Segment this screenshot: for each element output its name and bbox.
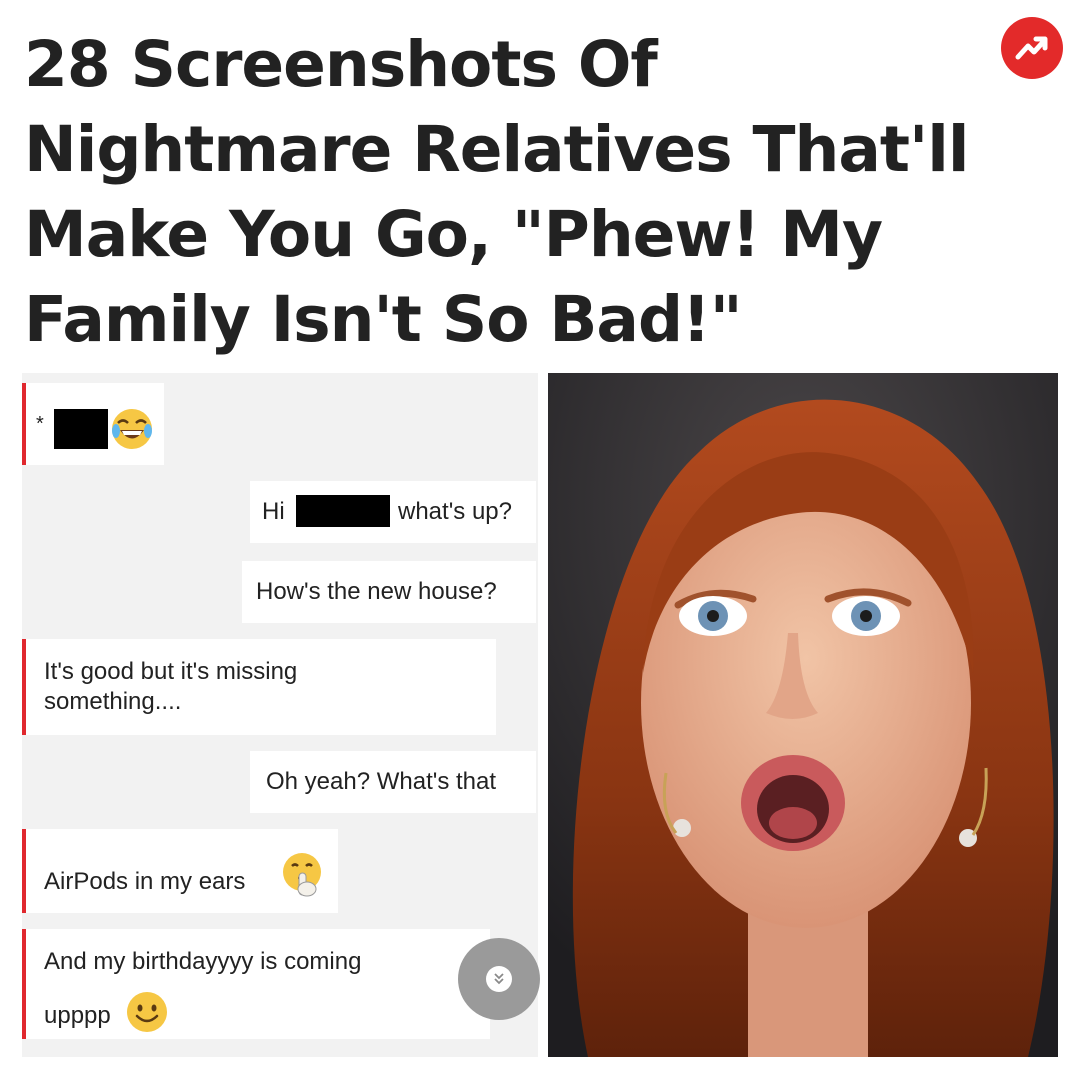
headline-line: Family Isn't So Bad!": [24, 283, 743, 356]
joy-emoji: [112, 409, 152, 449]
message-text: Oh yeah? What's that: [266, 768, 497, 795]
chat-message-incoming: It's good but it's missing something....: [22, 639, 496, 735]
chevron-double-down-icon: [494, 973, 504, 985]
message-text: Hi: [262, 498, 285, 525]
trending-arrow-icon: [1015, 36, 1048, 60]
trending-badge[interactable]: [1001, 17, 1063, 79]
chat-message-incoming: *: [22, 383, 164, 465]
shushing-face-emoji: [283, 853, 321, 897]
chat-message-incoming: And my birthdayyyy is coming upppp: [22, 929, 490, 1039]
headline-line: Nightmare Relatives That'll: [24, 113, 969, 186]
headline-line: Make You Go, "Phew! My: [24, 198, 883, 271]
message-text: It's good but it's missing: [44, 658, 298, 685]
message-text: upppp: [44, 1002, 111, 1029]
chat-message-outgoing: Hi what's up?: [250, 481, 536, 543]
chat-screenshot: * Hi what's up? How's the new house? It'…: [22, 373, 538, 1057]
message-text: And my birthdayyyy is coming: [44, 948, 362, 975]
asterisk-prefix: *: [36, 413, 44, 435]
redacted-name: [296, 495, 390, 527]
smiling-face-emoji: [127, 992, 167, 1032]
scroll-down-button[interactable]: [458, 938, 540, 1020]
redacted-name: [54, 409, 108, 449]
message-text: How's the new house?: [256, 578, 497, 605]
chat-message-outgoing: Oh yeah? What's that: [250, 751, 536, 813]
message-text: what's up?: [398, 498, 512, 525]
message-text: AirPods in my ears: [44, 868, 246, 895]
chat-message-outgoing: How's the new house?: [242, 561, 536, 623]
headline: 28 Screenshots Of Nightmare Relatives Th…: [24, 22, 984, 362]
headline-line: 28 Screenshots Of: [24, 28, 658, 101]
message-text: something....: [44, 688, 182, 715]
chat-message-incoming: AirPods in my ears: [22, 829, 338, 913]
shocked-woman-photo: [548, 373, 1058, 1057]
